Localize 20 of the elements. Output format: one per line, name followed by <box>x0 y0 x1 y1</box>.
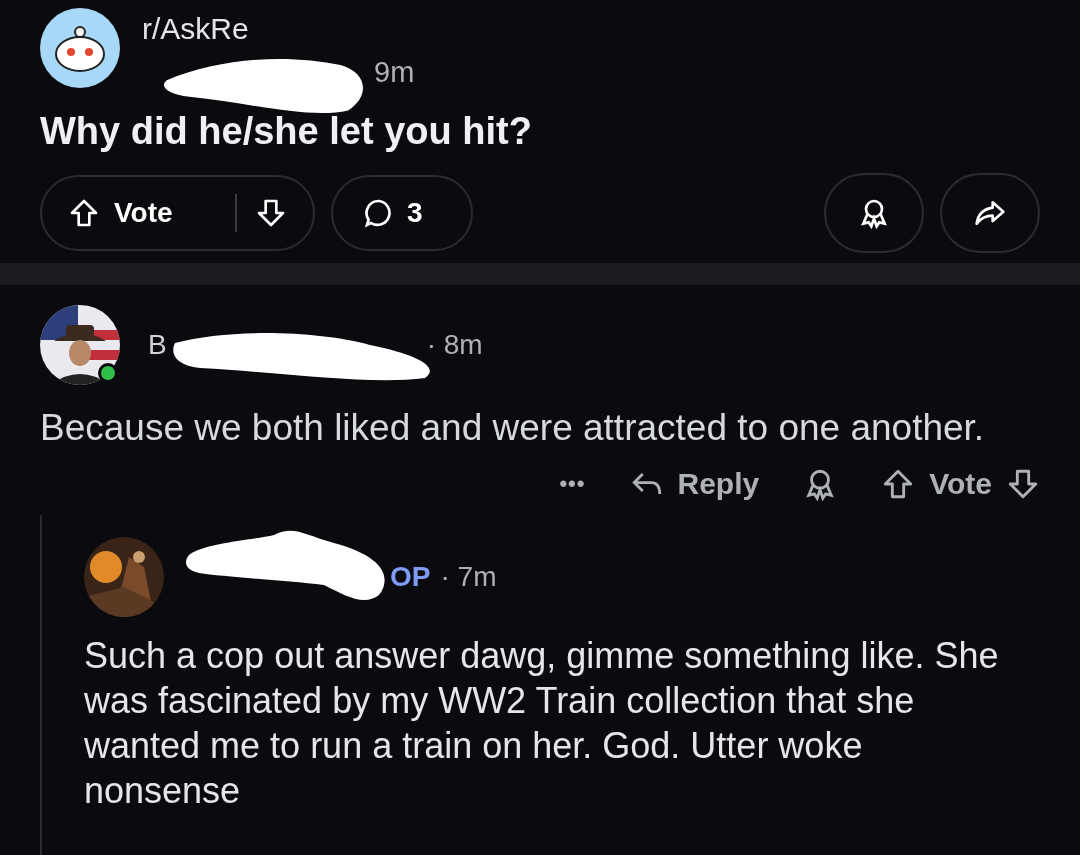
post-title: Why did he/she let you hit? <box>40 110 533 153</box>
comment-time: · 8m <box>426 329 483 361</box>
vote-label: Vote <box>114 197 174 229</box>
award-button[interactable] <box>824 173 924 253</box>
upvote-icon[interactable] <box>68 197 100 229</box>
op-label: OP <box>390 561 431 593</box>
comments-button[interactable]: 3 <box>331 175 473 251</box>
comment-author[interactable]: B <box>148 329 167 361</box>
reply-button[interactable]: Reply <box>629 467 760 501</box>
subreddit-icon <box>40 8 120 88</box>
share-button[interactable] <box>940 173 1040 253</box>
reply-time: · 7m <box>440 561 497 593</box>
downvote-icon[interactable] <box>255 197 287 229</box>
downvote-icon[interactable] <box>1006 467 1040 501</box>
comment-text: Because we both liked and were attracted to one another. <box>40 407 986 449</box>
reply-text: Such a cop out answer dawg, gimme something like. She was fascinated by my WW2 Train collection that she wanted me to run a train on her. God. Utter woke nonsense <box>84 634 999 813</box>
more-options-button[interactable]: ••• <box>559 471 586 497</box>
post-time: 9m <box>374 56 415 89</box>
vote-label: Vote <box>929 467 992 501</box>
subreddit-name[interactable]: r/AskRe <box>142 12 249 46</box>
